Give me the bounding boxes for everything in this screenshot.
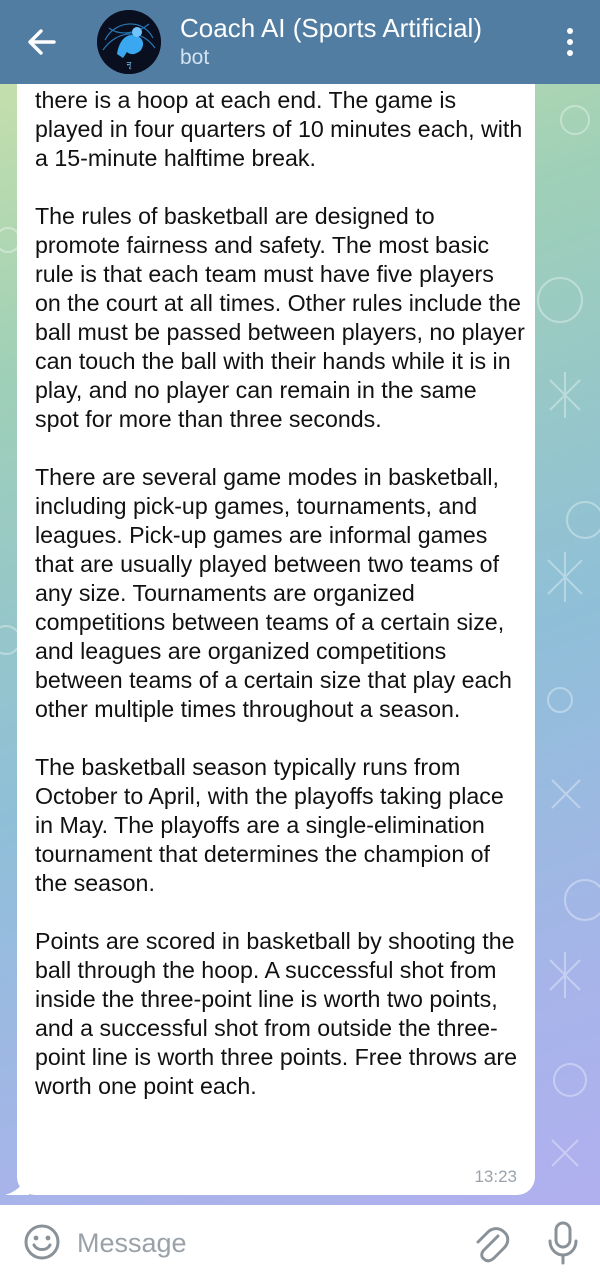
message-paragraph: Points are scored in basketball by shoot… [35, 928, 518, 1099]
message-paragraph: The rules of basketball are designed to … [35, 203, 525, 432]
chat-title[interactable]: Coach AI (Sports Artificial) [180, 12, 482, 44]
message-paragraph: there is a hoop at each end. The game is… [35, 87, 523, 171]
more-vertical-icon [567, 28, 573, 34]
message-bubble[interactable]: there is a hoop at each end. The game is… [17, 64, 535, 1195]
microphone-icon [548, 1221, 578, 1265]
paperclip-icon [476, 1227, 510, 1263]
more-menu-button[interactable] [558, 22, 582, 62]
back-button[interactable] [20, 22, 64, 62]
emoji-button[interactable] [22, 1222, 62, 1262]
message-input[interactable] [77, 1223, 437, 1263]
message-composer [0, 1205, 600, 1280]
message-text: there is a hoop at each end. The game is… [35, 86, 525, 1101]
emoji-icon [24, 1224, 60, 1260]
message-paragraph: There are several game modes in basketba… [35, 464, 512, 722]
message-paragraph: The basketball season typically runs fro… [35, 754, 504, 896]
voice-record-button[interactable] [545, 1219, 581, 1267]
attach-button[interactable] [470, 1222, 510, 1266]
chat-subtitle: bot [180, 46, 210, 69]
avatar[interactable]: नृ [97, 10, 161, 74]
bot-avatar-image: नृ [97, 10, 161, 74]
message-timestamp: 13:23 [474, 1167, 517, 1186]
arrow-back-icon [28, 29, 56, 55]
chat-header: नृ Coach AI (Sports Artificial) bot [0, 0, 600, 84]
